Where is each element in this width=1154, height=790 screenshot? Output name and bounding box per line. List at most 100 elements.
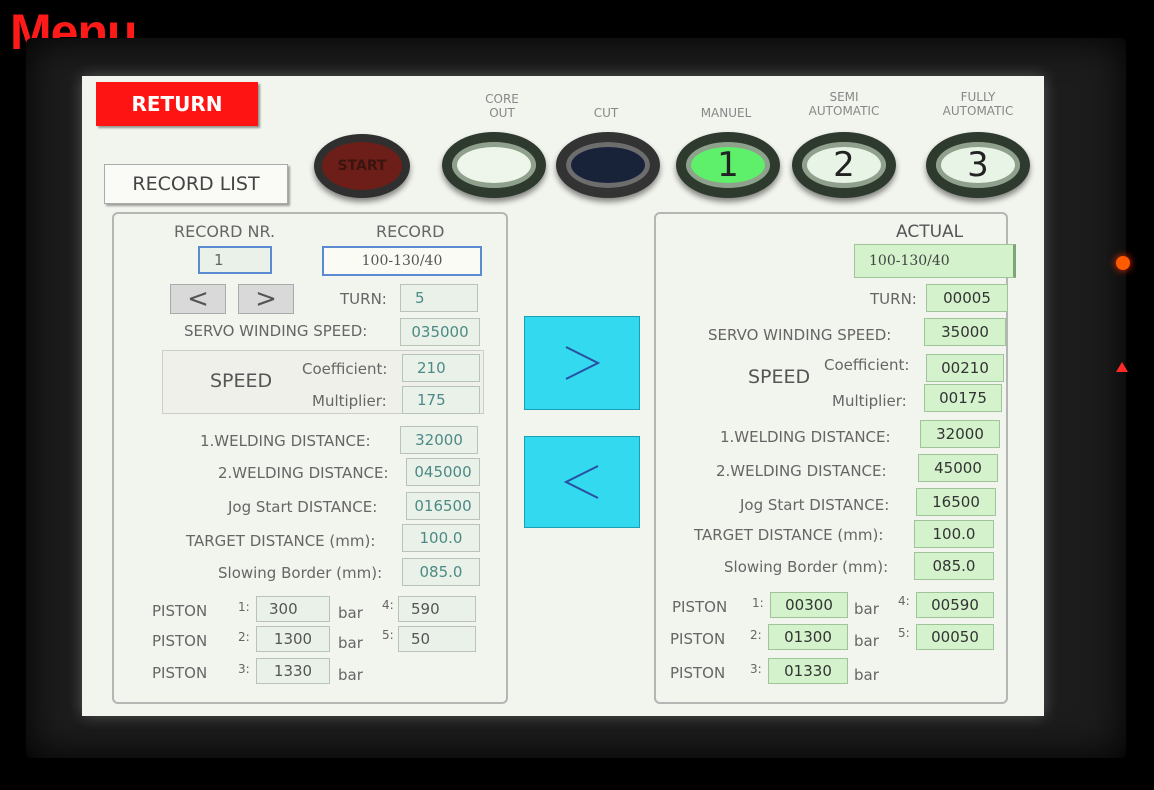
actual-slowing-border-label: Slowing Border (mm):	[724, 558, 889, 576]
jog-start-distance-field[interactable]: 016500	[406, 492, 480, 520]
multiplier-label: Multiplier:	[312, 392, 387, 410]
welding-distance-1-label: 1.WELDING DISTANCE:	[200, 432, 371, 450]
welding-distance-1-field[interactable]: 32000	[400, 426, 478, 454]
actual-jog-start-distance-label: Jog Start DISTANCE:	[740, 496, 890, 514]
piston-number: 5:	[382, 628, 394, 642]
manuel-label: 1	[717, 145, 739, 185]
actual-piston-bar-unit: bar	[854, 632, 879, 650]
actual-piston-number: 5:	[898, 626, 910, 640]
slowing-border-label: Slowing Border (mm):	[218, 564, 383, 582]
actual-servo-winding-speed-label: SERVO WINDING SPEED:	[708, 326, 892, 344]
actual-target-distance-field: 100.0	[914, 520, 994, 548]
actual-piston-number: 3:	[750, 662, 762, 676]
target-distance-field[interactable]: 100.0	[402, 524, 480, 552]
actual-turn-label: TURN:	[870, 290, 917, 308]
fully-automatic-caption: FULLY AUTOMATIC	[942, 90, 1014, 118]
actual-target-distance-label: TARGET DISTANCE (mm):	[694, 526, 884, 544]
next-record-button[interactable]: >	[238, 284, 294, 314]
record-list-button[interactable]: RECORD LIST	[104, 164, 288, 204]
power-icon	[1116, 256, 1130, 270]
return-button-label: RETURN	[131, 92, 223, 116]
actual-welding-distance-1-field: 32000	[920, 420, 1000, 448]
record-field[interactable]: 100-130/40	[322, 246, 482, 276]
piston-1-field[interactable]: 300	[256, 596, 330, 622]
piston-number: 3:	[238, 662, 250, 676]
return-button[interactable]: RETURN	[96, 82, 258, 126]
servo-winding-speed-label: SERVO WINDING SPEED:	[184, 322, 368, 340]
turn-field[interactable]: 5	[400, 284, 478, 312]
piston-label: PISTON	[152, 664, 208, 682]
chevron-left-icon	[563, 465, 599, 499]
copy-to-actual-button[interactable]	[524, 316, 640, 410]
prev-record-button[interactable]: <	[170, 284, 226, 314]
record-label: RECORD	[376, 222, 445, 241]
actual-slowing-border-field: 085.0	[914, 552, 994, 580]
actual-piston-bar-unit: bar	[854, 666, 879, 684]
actual-turn-field: 00005	[926, 284, 1008, 312]
actual-record-field: 100-130/40	[854, 244, 1016, 278]
actual-piston-5-field: 00050	[916, 624, 994, 650]
turn-label: TURN:	[340, 290, 387, 308]
piston-bar-unit: bar	[338, 604, 363, 622]
piston-label: PISTON	[152, 602, 208, 620]
piston-number: 4:	[382, 598, 394, 612]
fully-automatic-button[interactable]: 3	[926, 132, 1030, 198]
core-out-caption: CORE OUT	[485, 92, 519, 120]
actual-coefficient-label: Coefficient:	[824, 356, 910, 374]
welding-distance-2-field[interactable]: 045000	[406, 458, 480, 486]
actual-panel: ACTUAL 100-130/40 TURN: 00005 SERVO WIND…	[654, 212, 1016, 704]
actual-piston-number: 2:	[750, 628, 762, 642]
actual-piston-2-field: 01300	[768, 624, 848, 650]
multiplier-field[interactable]: 175	[402, 386, 480, 414]
core-out-button[interactable]	[442, 132, 546, 198]
piston-number: 1:	[238, 600, 250, 614]
chevron-left-icon: <	[187, 284, 209, 314]
manuel-caption: MANUEL	[700, 106, 752, 120]
piston-2-field[interactable]: 1300	[256, 626, 330, 652]
record-list-label: RECORD LIST	[132, 173, 260, 195]
actual-servo-winding-speed-field: 35000	[924, 318, 1006, 346]
actual-multiplier-label: Multiplier:	[832, 392, 907, 410]
actual-welding-distance-2-label: 2.WELDING DISTANCE:	[716, 462, 887, 480]
start-button[interactable]: START	[314, 134, 410, 198]
piston-label: PISTON	[152, 632, 208, 650]
semi-automatic-caption: SEMI AUTOMATIC	[808, 90, 880, 118]
piston-bar-unit: bar	[338, 666, 363, 684]
actual-piston-3-field: 01330	[768, 658, 848, 684]
record-nr-field[interactable]: 1	[198, 246, 272, 274]
cut-caption: CUT	[593, 106, 619, 120]
piston-3-field[interactable]: 1330	[256, 658, 330, 684]
actual-jog-start-distance-field: 16500	[916, 488, 996, 516]
actual-piston-label: PISTON	[672, 598, 728, 616]
cut-button[interactable]	[556, 132, 660, 198]
piston-5-field[interactable]: 50	[398, 626, 476, 652]
chevron-right-icon	[565, 346, 601, 380]
actual-piston-label: PISTON	[670, 664, 726, 682]
welding-distance-2-label: 2.WELDING DISTANCE:	[218, 464, 389, 482]
actual-multiplier-field: 00175	[924, 384, 1002, 412]
touch-screen: RETURN RECORD LIST START CORE OUT CUT MA…	[82, 76, 1044, 716]
actual-welding-distance-2-field: 45000	[918, 454, 998, 482]
actual-speed-label: SPEED	[748, 366, 811, 388]
record-panel: RECORD NR. RECORD 1 100-130/40 < > TURN:…	[112, 212, 508, 704]
piston-4-field[interactable]: 590	[398, 596, 476, 622]
actual-piston-number: 1:	[752, 596, 764, 610]
target-distance-label: TARGET DISTANCE (mm):	[186, 532, 376, 550]
actual-title: ACTUAL	[896, 222, 964, 242]
piston-number: 2:	[238, 630, 250, 644]
actual-piston-label: PISTON	[670, 630, 726, 648]
servo-winding-speed-field[interactable]: 035000	[400, 318, 480, 346]
coefficient-field[interactable]: 210	[402, 354, 480, 382]
actual-welding-distance-1-label: 1.WELDING DISTANCE:	[720, 428, 891, 446]
start-label: START	[337, 158, 387, 174]
slowing-border-field[interactable]: 085.0	[402, 558, 480, 586]
semi-automatic-button[interactable]: 2	[792, 132, 896, 198]
actual-piston-bar-unit: bar	[854, 600, 879, 618]
piston-bar-unit: bar	[338, 634, 363, 652]
actual-piston-number: 4:	[898, 594, 910, 608]
actual-piston-4-field: 00590	[916, 592, 994, 618]
jog-start-distance-label: Jog Start DISTANCE:	[228, 498, 378, 516]
copy-to-record-button[interactable]	[524, 436, 640, 528]
manuel-button[interactable]: 1	[676, 132, 780, 198]
semi-automatic-label: 2	[833, 145, 855, 185]
